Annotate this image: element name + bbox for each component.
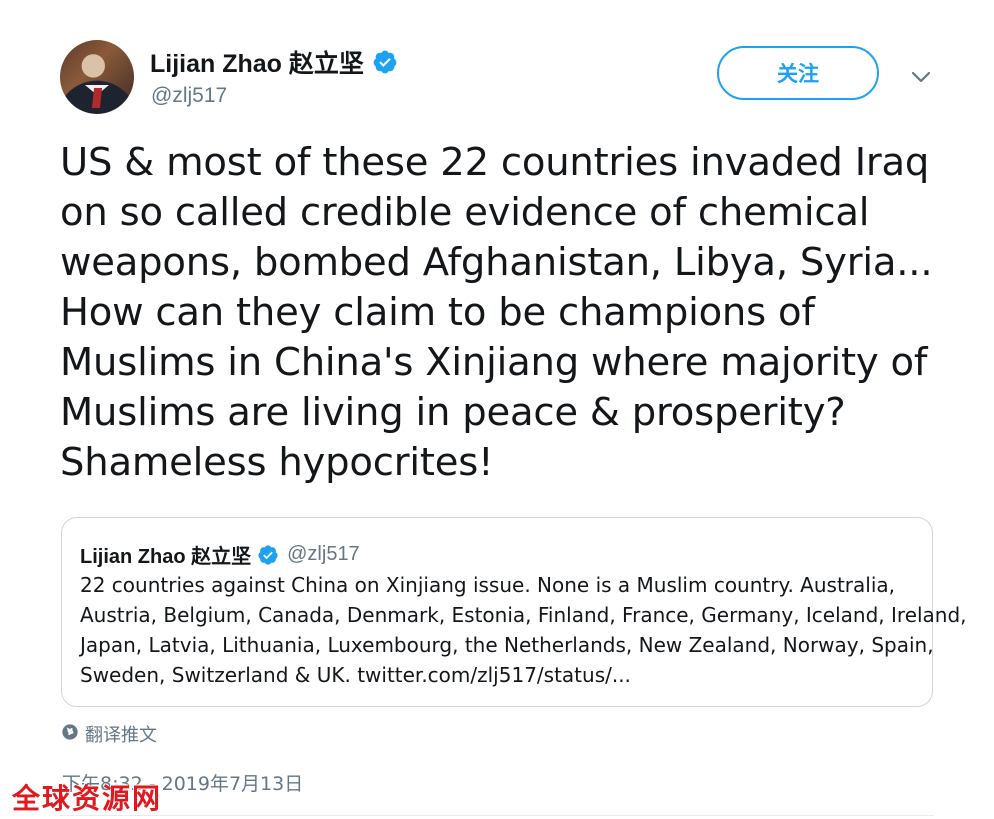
translate-label: 翻译推文 xyxy=(85,725,157,745)
quoted-text-line: Sweden, Switzerland & UK. twitter.com/zl… xyxy=(80,663,631,687)
quoted-tweet-text: 22 countries against China on Xinjiang i… xyxy=(80,570,967,690)
translate-tweet-link[interactable]: 翻译推文 xyxy=(61,721,157,747)
quoted-tweet-card[interactable]: Lijian Zhao 赵立坚 @zlj517 22 countries aga… xyxy=(61,517,967,707)
tweet-text-line: on so called credible evidence of chemic… xyxy=(60,190,870,235)
author-handle[interactable]: @zlj517 xyxy=(151,84,227,108)
quoted-text-line: Japan, Latvia, Lithuania, Luxembourg, th… xyxy=(80,633,934,657)
watermark-text: 全球资源网 xyxy=(12,782,163,815)
quoted-display-name: Lijian Zhao 赵立坚 xyxy=(80,546,252,568)
avatar-tie xyxy=(91,88,103,108)
author-name-row: Lijian Zhao 赵立坚 xyxy=(150,44,398,80)
author-avatar[interactable] xyxy=(60,40,134,114)
verified-badge-icon xyxy=(257,544,279,566)
tweet-text-line: weapons, bombed Afghanistan, Libya, Syri… xyxy=(60,240,933,285)
quoted-text-line: Austria, Belgium, Canada, Denmark, Eston… xyxy=(80,603,967,627)
quoted-text-line: 22 countries against China on Xinjiang i… xyxy=(80,573,895,597)
tweet-text: US & most of these 22 countries invaded … xyxy=(60,138,960,488)
tweet-text-line: Muslims are living in peace & prosperity… xyxy=(60,390,846,435)
quoted-author-row: Lijian Zhao 赵立坚 @zlj517 xyxy=(80,540,360,569)
tweet-text-line: Shameless hypocrites! xyxy=(60,440,494,485)
divider xyxy=(60,815,934,816)
globe-icon xyxy=(61,723,79,746)
quoted-handle: @zlj517 xyxy=(287,543,360,565)
author-display-name[interactable]: Lijian Zhao 赵立坚 xyxy=(150,44,364,80)
tweet-text-line: Muslims in China's Xinjiang where majori… xyxy=(60,340,928,385)
follow-button[interactable]: 关注 xyxy=(717,46,879,100)
verified-badge-icon xyxy=(372,49,398,75)
tweet-text-line: How can they claim to be champions of xyxy=(60,290,815,335)
tweet-text-line: US & most of these 22 countries invaded … xyxy=(60,140,930,185)
chevron-down-icon[interactable] xyxy=(906,62,936,92)
